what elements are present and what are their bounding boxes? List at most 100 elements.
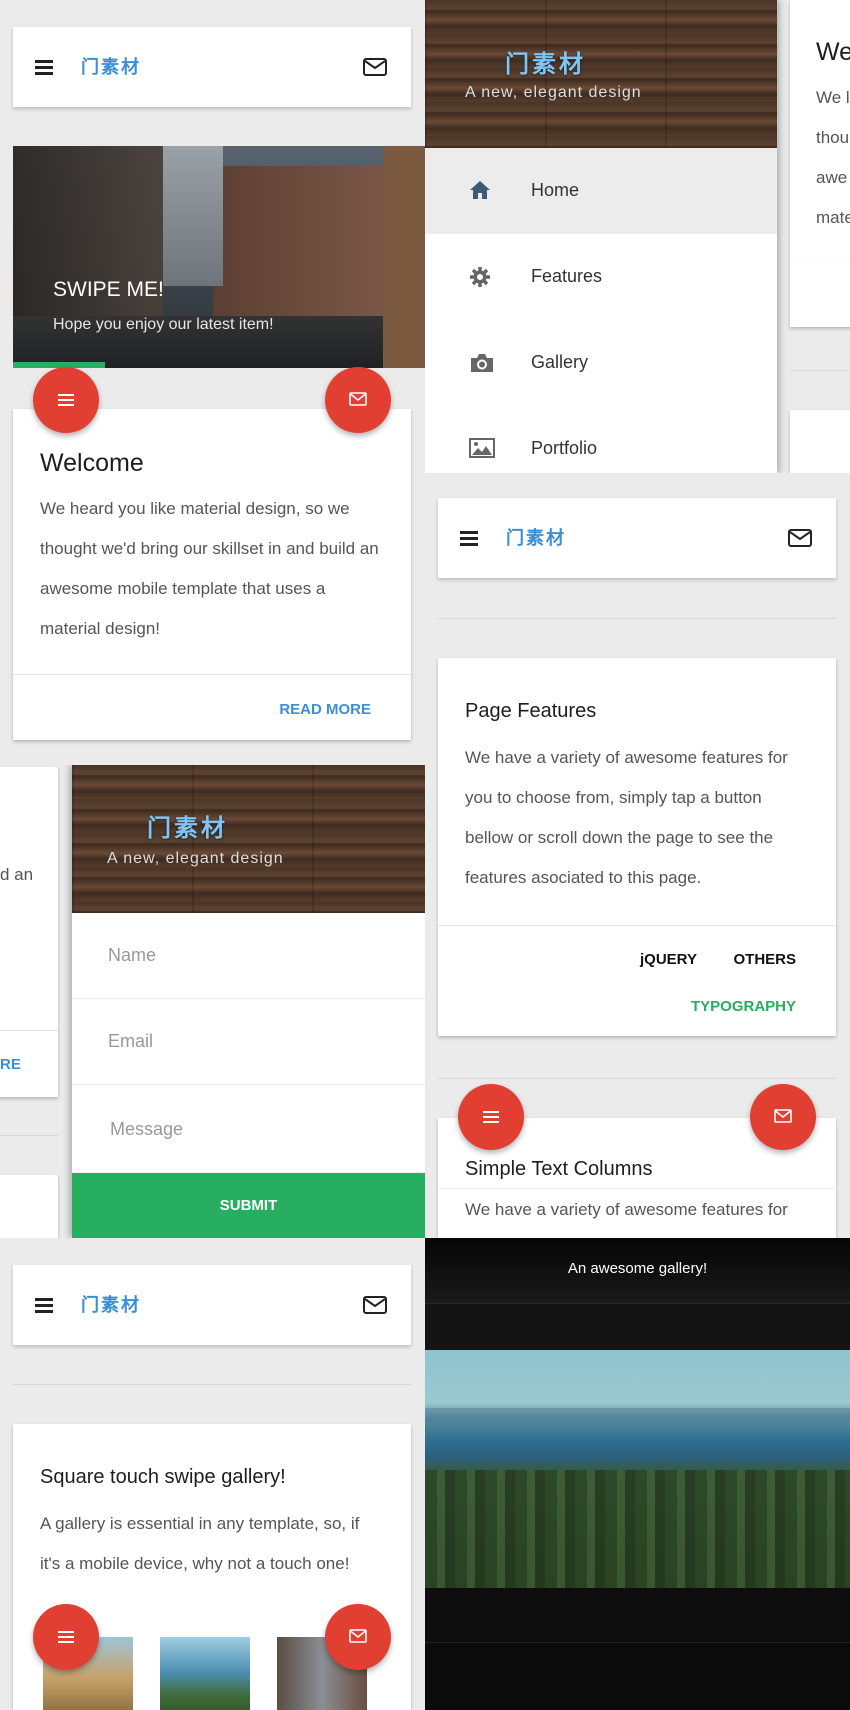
peek-card: We We l thou awe mate <box>790 0 850 263</box>
image-icon <box>469 438 495 458</box>
panel-home: 门素材 SWIPE ME! Hope you enjoy our latest … <box>0 0 425 765</box>
slider-title: SWIPE ME! <box>53 278 164 301</box>
jquery-button[interactable]: jQUERY <box>640 951 697 968</box>
text-line: thou <box>816 128 850 147</box>
sidebar-item-home[interactable]: Home <box>425 148 777 234</box>
home-icon <box>470 181 490 199</box>
card-divider <box>0 1030 58 1031</box>
message-placeholder: Message <box>110 1119 184 1139</box>
submit-button[interactable]: SUBMIT <box>72 1173 425 1238</box>
text-line: A gallery is essential in any template, … <box>40 1514 360 1533</box>
card-divider <box>438 1188 836 1189</box>
welcome-title: Welcome <box>40 449 144 477</box>
menu-fab[interactable] <box>33 367 99 433</box>
sidebar-item-label: Home <box>531 180 580 200</box>
logo[interactable]: 门素材 <box>81 53 141 79</box>
slider[interactable]: SWIPE ME! Hope you enjoy our latest item… <box>13 146 425 368</box>
divider <box>0 1135 58 1136</box>
text-line: it's a mobile device, why not a touch on… <box>40 1554 350 1573</box>
peek-card-footer <box>790 262 850 327</box>
sidebar-tagline: A new, elegant design <box>465 84 642 101</box>
card-divider <box>13 674 411 675</box>
menu-icon <box>58 1631 74 1643</box>
others-button[interactable]: OTHERS <box>733 951 796 968</box>
sidebar-logo: 门素材 <box>505 50 586 78</box>
contact-logo: 门素材 <box>147 814 228 842</box>
menu-icon[interactable] <box>35 1298 53 1313</box>
text-line: you to choose from, simply tap a button <box>465 788 762 807</box>
mail-fab[interactable] <box>750 1084 816 1150</box>
text-line: material design! <box>40 619 161 638</box>
mail-icon <box>349 1629 367 1643</box>
text-line: bellow or scroll down the page to see th… <box>465 828 774 847</box>
menu-icon[interactable] <box>460 531 478 546</box>
mail-icon[interactable] <box>363 57 387 77</box>
top-header: 门素材 <box>13 27 411 107</box>
sidebar-item-label: Features <box>531 266 603 286</box>
logo[interactable]: 门素材 <box>506 524 566 550</box>
gallery-title: Square touch swipe gallery! <box>40 1466 286 1488</box>
read-more-button[interactable]: READ MORE <box>279 701 371 718</box>
mail-icon[interactable] <box>788 528 812 548</box>
text-line: We have a variety of awesome features fo… <box>465 748 788 767</box>
email-field[interactable]: Email <box>72 999 425 1085</box>
lightbox-band <box>425 1588 850 1643</box>
text-line: mate <box>816 208 850 227</box>
sidebar-item-label: Gallery <box>531 352 589 372</box>
features-title: Page Features <box>465 700 597 722</box>
mail-icon[interactable] <box>363 1295 387 1315</box>
peek-text: We l thou awe mate <box>816 78 850 238</box>
menu-icon <box>483 1111 499 1123</box>
gallery-thumb[interactable] <box>160 1637 250 1710</box>
lightbox-image[interactable] <box>425 1350 850 1588</box>
sidebar: 门素材 A new, elegant design Home Features … <box>425 0 777 473</box>
lightbox-caption-bar: An awesome gallery! <box>425 1238 850 1304</box>
slider-subtitle: Hope you enjoy our latest item! <box>53 316 274 333</box>
menu-icon <box>58 394 74 406</box>
camera-icon <box>471 354 493 372</box>
panel-gallery: 门素材 Square touch swipe gallery! A galler… <box>0 1238 425 1710</box>
features-text: We have a variety of awesome features fo… <box>465 738 825 898</box>
text-line: features asociated to this page. <box>465 868 702 887</box>
message-field[interactable]: Message <box>72 1085 425 1173</box>
panel-lightbox: An awesome gallery! <box>425 1238 850 1710</box>
contact-header-image: 门素材 A new, elegant design <box>72 765 425 913</box>
divider <box>438 1078 836 1079</box>
menu-icon[interactable] <box>35 60 53 75</box>
top-header: 门素材 <box>438 498 836 578</box>
typography-button[interactable]: TYPOGRAPHY <box>691 998 796 1015</box>
peek-card: d an RE <box>0 767 58 1097</box>
sidebar-item-gallery[interactable]: Gallery <box>425 320 777 406</box>
panel-contact: d an RE 门素材 A new, elegant design Name E… <box>0 765 425 1238</box>
name-placeholder: Name <box>108 945 157 965</box>
logo[interactable]: 门素材 <box>81 1291 141 1317</box>
lightbox-caption: An awesome gallery! <box>567 1260 708 1277</box>
email-placeholder: Email <box>108 1031 154 1051</box>
lightbox-band <box>425 1304 850 1350</box>
features-card: Page Features We have a variety of aweso… <box>438 658 836 1036</box>
menu-fab[interactable] <box>458 1084 524 1150</box>
welcome-text: We heard you like material design, so we… <box>40 489 400 649</box>
peek-title: We <box>816 38 850 66</box>
top-header: 门素材 <box>13 1265 411 1345</box>
columns-title: Simple Text Columns <box>465 1158 653 1180</box>
mail-fab[interactable] <box>325 367 391 433</box>
card-divider <box>438 925 836 926</box>
divider <box>13 1384 411 1385</box>
peek-text: d an <box>0 855 33 895</box>
columns-text: We have a variety of awesome features fo… <box>465 1200 788 1219</box>
text-line: awesome mobile template that uses a <box>40 579 326 598</box>
sidebar-item-features[interactable]: Features <box>425 234 777 320</box>
panel-features: 门素材 Page Features We have a variety of a… <box>425 473 850 1238</box>
read-more-button[interactable]: RE <box>0 1056 21 1073</box>
divider <box>438 618 836 619</box>
contact-drawer: 门素材 A new, elegant design Name Email Mes… <box>72 765 425 1238</box>
menu-fab[interactable] <box>33 1604 99 1670</box>
peek-card <box>790 410 850 473</box>
text-line: We l <box>816 88 850 107</box>
text-line: awe <box>816 168 848 187</box>
mail-icon <box>774 1109 792 1123</box>
sidebar-item-portfolio[interactable]: Portfolio <box>425 406 777 473</box>
mail-fab[interactable] <box>325 1604 391 1670</box>
name-field[interactable]: Name <box>72 913 425 999</box>
